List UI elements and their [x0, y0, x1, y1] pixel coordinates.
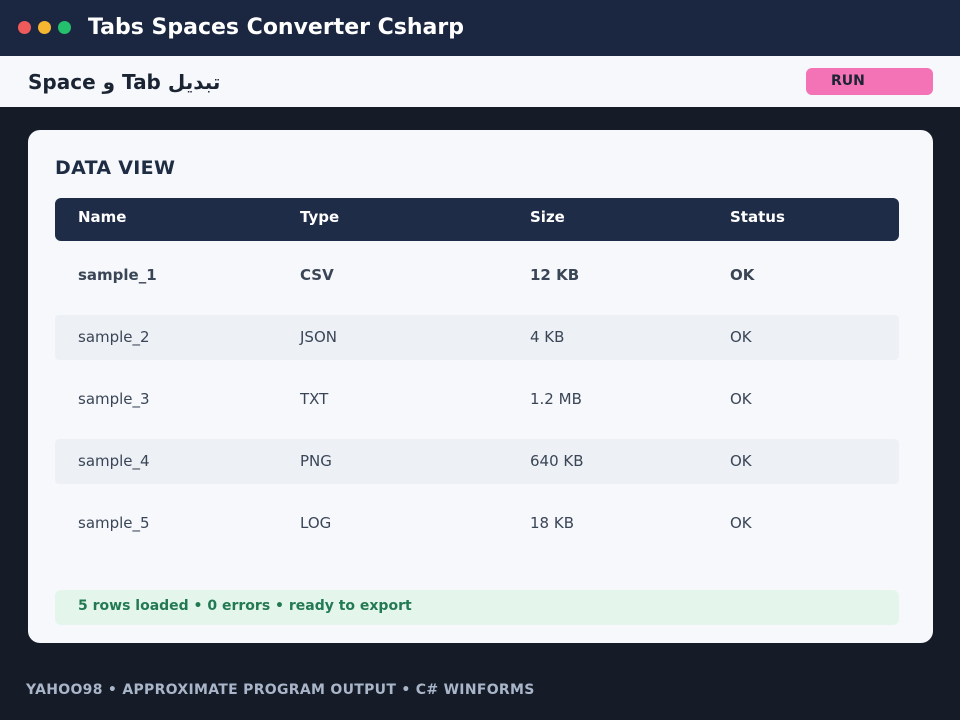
cell-size: 12 KB — [530, 266, 580, 284]
cell-status: OK — [730, 328, 752, 346]
column-header-status[interactable]: Status — [730, 207, 785, 227]
cell-name: sample_1 — [78, 266, 157, 284]
table-row[interactable]: sample_1 CSV 12 KB OK — [55, 253, 899, 298]
cell-name: sample_5 — [78, 514, 150, 532]
cell-size: 18 KB — [530, 514, 574, 532]
status-text: 5 rows loaded • 0 errors • ready to expo… — [78, 598, 412, 614]
app-title: Tabs Spaces Converter Csharp — [88, 15, 464, 40]
cell-status: OK — [730, 390, 752, 408]
column-header-name[interactable]: Name — [78, 207, 126, 227]
table-row[interactable]: sample_2 JSON 4 KB OK — [55, 315, 899, 360]
footer-caption: YAHOO98 • APPROXIMATE PROGRAM OUTPUT • C… — [26, 682, 535, 698]
card-title: DATA VIEW — [55, 157, 176, 179]
table-row[interactable]: sample_5 LOG 18 KB OK — [55, 501, 899, 546]
cell-type: TXT — [300, 390, 329, 408]
status-bar: 5 rows loaded • 0 errors • ready to expo… — [55, 590, 899, 625]
cell-type: JSON — [300, 328, 337, 346]
cell-name: sample_2 — [78, 328, 150, 346]
cell-status: OK — [730, 452, 752, 470]
table-row[interactable]: sample_4 PNG 640 KB OK — [55, 439, 899, 484]
close-window-icon[interactable] — [18, 21, 31, 34]
cell-status: OK — [730, 266, 755, 284]
cell-size: 640 KB — [530, 452, 584, 470]
table-header: Name Type Size Status — [55, 198, 899, 241]
cell-type: CSV — [300, 266, 334, 284]
cell-name: sample_4 — [78, 452, 150, 470]
cell-name: sample_3 — [78, 390, 150, 408]
title-bar: Tabs Spaces Converter Csharp — [0, 0, 960, 56]
column-header-type[interactable]: Type — [300, 207, 339, 227]
cell-type: PNG — [300, 452, 332, 470]
minimize-window-icon[interactable] — [38, 21, 51, 34]
cell-size: 1.2 MB — [530, 390, 582, 408]
table-row[interactable]: sample_3 TXT 1.2 MB OK — [55, 377, 899, 422]
cell-type: LOG — [300, 514, 332, 532]
column-header-size[interactable]: Size — [530, 207, 565, 227]
cell-size: 4 KB — [530, 328, 565, 346]
run-button[interactable]: RUN — [806, 68, 933, 95]
cell-status: OK — [730, 514, 752, 532]
page-heading: تبديل Tab و Space — [28, 70, 221, 94]
maximize-window-icon[interactable] — [58, 21, 71, 34]
